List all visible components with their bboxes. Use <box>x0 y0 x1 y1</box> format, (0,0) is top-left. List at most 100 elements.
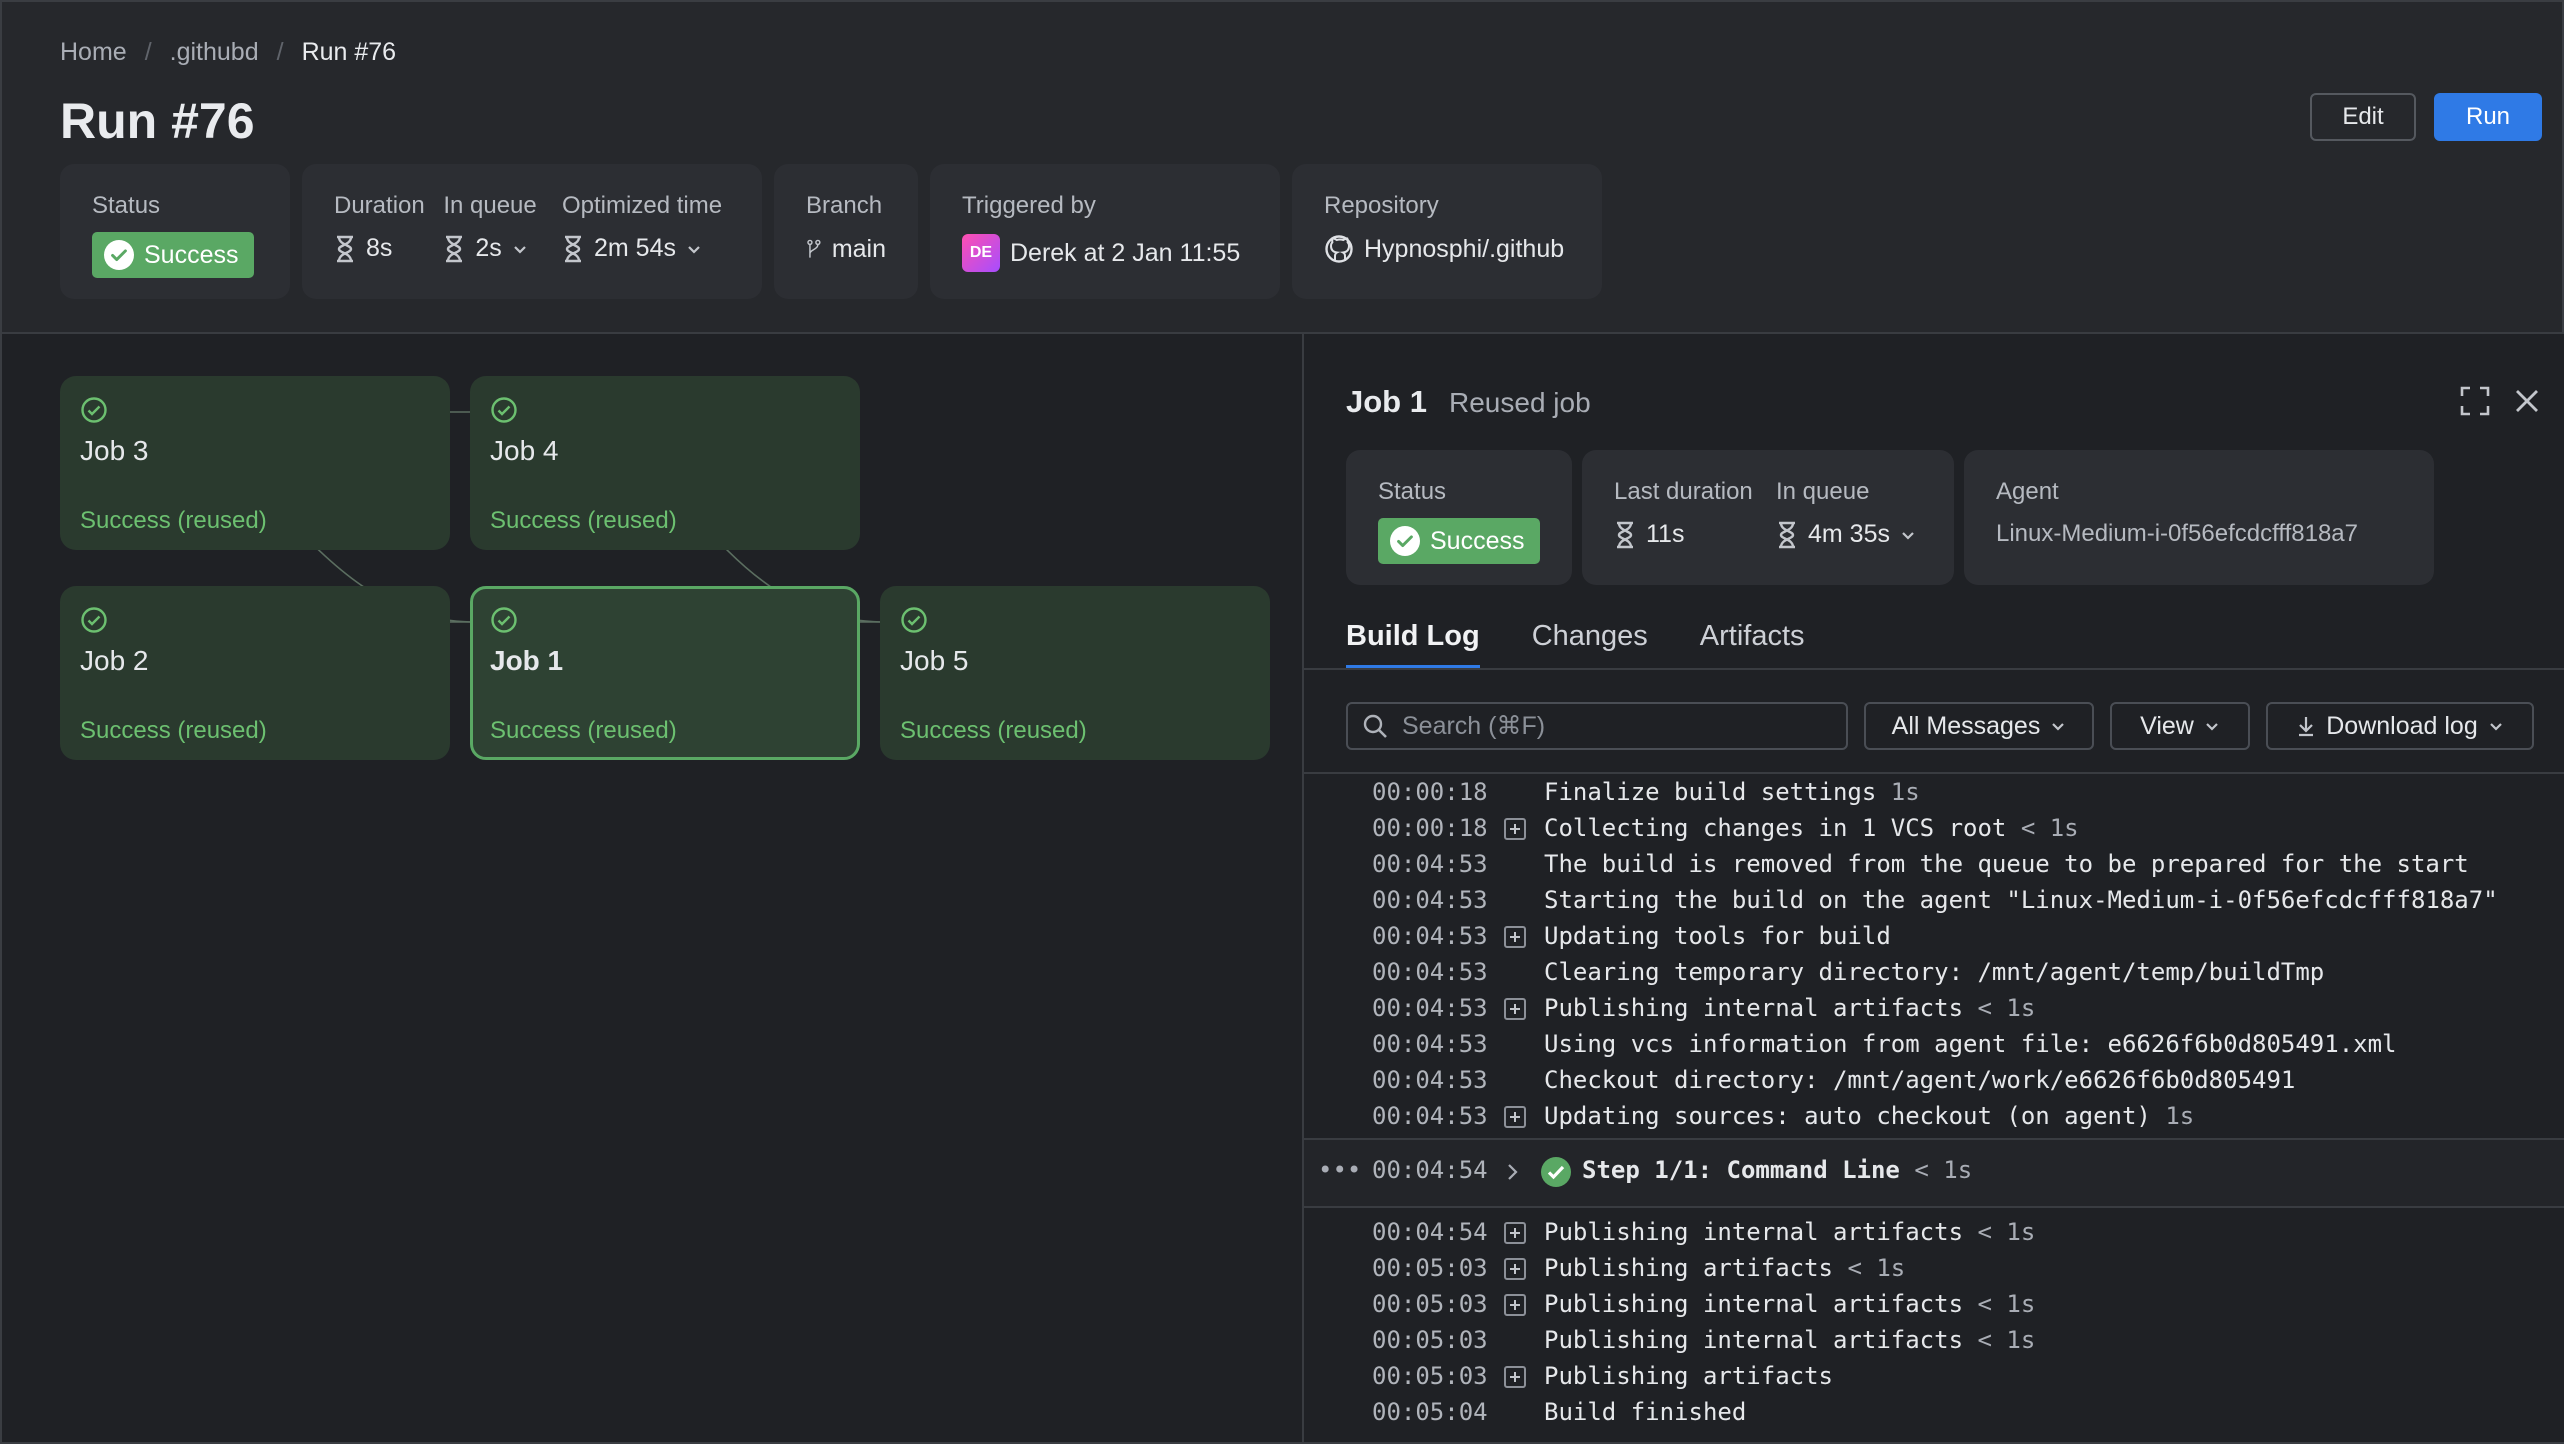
expand-plus-icon[interactable] <box>1504 1258 1526 1280</box>
branch-label: Branch <box>806 192 883 219</box>
job-name: Job 2 <box>80 645 149 676</box>
expand-plus-icon[interactable] <box>1504 1222 1526 1244</box>
search-box[interactable] <box>1346 702 1848 750</box>
tab-artifacts[interactable]: Artifacts <box>1700 620 1805 669</box>
agent-value[interactable]: Linux-Medium-i-0f56efcdcfff818a7 <box>1996 520 2402 548</box>
branch-icon <box>807 239 821 258</box>
panel-tabs: Build Log Changes Artifacts <box>1346 620 1805 669</box>
success-check-icon <box>1390 526 1420 556</box>
job-node-1[interactable]: Job 1 Success (reused) <box>470 586 860 760</box>
log-timestamp: 00:05:04 <box>1372 1398 1488 1426</box>
status-badge: Success <box>92 232 255 278</box>
duration-label: Duration <box>334 192 425 219</box>
log-text: Using vcs information from agent file: e… <box>1544 1030 2397 1058</box>
search-input[interactable] <box>1400 710 1844 742</box>
log-line[interactable]: 00:04:53 Updating sources: auto checkout … <box>1304 1098 2564 1134</box>
tabs-divider <box>1304 668 2564 670</box>
status-card: Status Success <box>60 164 290 299</box>
breadcrumb-separator: / <box>144 38 152 66</box>
log-message: Publishing internal artifacts < 1s <box>1544 1322 2035 1358</box>
job-status-badge: Success <box>1378 518 1541 564</box>
log-line: 00:04:53 Clearing temporary directory: /m… <box>1304 954 2564 990</box>
expand-plus-icon[interactable] <box>1504 818 1526 840</box>
run-button[interactable]: Run <box>2434 93 2542 141</box>
log-message: Updating tools for build <box>1544 918 1891 954</box>
job-status-label: Status <box>1378 478 1447 505</box>
step-row[interactable]: ••• 00:04:54 Step 1/1: Command Line < 1s <box>1304 1138 2564 1208</box>
log-timestamp: 00:05:03 <box>1372 1290 1488 1318</box>
log-line: 00:04:53 Checkout directory: /mnt/agent/w… <box>1304 1062 2564 1098</box>
log-text: Finalize build settings <box>1544 778 1877 806</box>
breadcrumb-separator: / <box>276 38 284 66</box>
optimized-value: 2m 54s <box>594 234 676 262</box>
job-detail-panel: Job 1 Reused job Status Success Last dur… <box>1302 334 2564 1442</box>
breadcrumb-home[interactable]: Home <box>60 38 127 67</box>
job-queue-label: In queue <box>1776 478 1870 505</box>
success-check-icon <box>491 397 517 423</box>
expand-plus-icon[interactable] <box>1504 1106 1526 1128</box>
hourglass-icon <box>337 235 353 262</box>
download-label: Download log <box>2326 711 2478 740</box>
optimized-dropdown[interactable]: 2m 54s <box>562 234 730 263</box>
tab-build-log[interactable]: Build Log <box>1346 620 1480 669</box>
chevron-right-icon[interactable] <box>1504 1162 1520 1182</box>
log-timestamp: 00:04:53 <box>1372 1066 1488 1094</box>
log-text: Publishing artifacts <box>1544 1362 1833 1390</box>
log-timestamp: 00:04:53 <box>1372 958 1488 986</box>
branch-card: Branch main <box>774 164 918 299</box>
panel-subtitle: Reused job <box>1449 387 1591 418</box>
job-node-2[interactable]: Job 2 Success (reused) <box>60 586 450 760</box>
job-node-5[interactable]: Job 5 Success (reused) <box>880 586 1270 760</box>
app-window: Home / .githubd / Run #76 Run #76 Edit R… <box>0 0 2564 1444</box>
log-line[interactable]: 00:05:03 Publishing internal artifacts < … <box>1304 1286 2564 1322</box>
step-title: Step 1/1: Command Line < 1s <box>1582 1156 1972 1184</box>
queue-value: 2s <box>475 234 502 262</box>
log-line[interactable]: 00:04:53 Publishing internal artifacts < … <box>1304 990 2564 1026</box>
log-message: Publishing internal artifacts < 1s <box>1544 1286 2035 1322</box>
log-text: Starting the build on the agent "Linux-M… <box>1544 886 2498 914</box>
expand-plus-icon[interactable] <box>1504 1294 1526 1316</box>
search-icon <box>1363 714 1387 738</box>
hourglass-icon <box>446 235 463 262</box>
download-icon <box>2299 717 2314 737</box>
hourglass-icon <box>565 235 581 262</box>
job-node-3[interactable]: Job 3 Success (reused) <box>60 376 450 550</box>
log-text: The build is removed from the queue to b… <box>1544 850 2469 878</box>
log-text: Clearing temporary directory: /mnt/agent… <box>1544 958 2325 986</box>
log-timestamp: 00:05:03 <box>1372 1362 1488 1390</box>
log-timestamp: 00:04:53 <box>1372 886 1488 914</box>
log-line[interactable]: 00:04:54 Publishing internal artifacts < … <box>1304 1214 2564 1250</box>
log-message: Starting the build on the agent "Linux-M… <box>1544 882 2498 918</box>
close-icon[interactable] <box>2510 384 2544 418</box>
view-label: View <box>2140 711 2194 740</box>
download-log-button[interactable]: Download log <box>2266 702 2534 750</box>
chevron-down-icon <box>1902 531 1914 540</box>
filter-dropdown[interactable]: All Messages <box>1864 702 2094 750</box>
log-message: Build finished <box>1544 1394 1746 1430</box>
job-status-card: Status Success <box>1346 450 1572 585</box>
queue-dropdown[interactable]: 2s <box>443 234 546 263</box>
expand-plus-icon[interactable] <box>1504 926 1526 948</box>
job-status: Success (reused) <box>490 507 677 534</box>
log-line[interactable]: 00:05:03 Publishing artifacts <box>1304 1358 2564 1394</box>
repository-value[interactable]: Hypnosphi/.github <box>1364 235 1564 264</box>
more-icon[interactable]: ••• <box>1318 1156 1361 1184</box>
edit-button[interactable]: Edit <box>2310 93 2416 141</box>
chevron-down-icon <box>2206 723 2218 731</box>
expand-plus-icon[interactable] <box>1504 1366 1526 1388</box>
expand-plus-icon[interactable] <box>1504 998 1526 1020</box>
expand-icon[interactable] <box>2458 384 2492 418</box>
job-queue-dropdown[interactable]: 4m 35s <box>1776 520 1922 549</box>
log-line: 00:05:04 Build finished <box>1304 1394 2564 1430</box>
log-line[interactable]: 00:00:18 Collecting changes in 1 VCS root… <box>1304 810 2564 846</box>
job-node-4[interactable]: Job 4 Success (reused) <box>470 376 860 550</box>
log-line[interactable]: 00:04:53 Updating tools for build <box>1304 918 2564 954</box>
run-header: Home / .githubd / Run #76 Run #76 Edit R… <box>2 2 2562 334</box>
breadcrumb-project[interactable]: .githubd <box>170 38 259 67</box>
log-line[interactable]: 00:05:03 Publishing artifacts < 1s <box>1304 1250 2564 1286</box>
view-dropdown[interactable]: View <box>2110 702 2250 750</box>
tab-changes[interactable]: Changes <box>1532 620 1648 669</box>
step-text: Step 1/1: Command Line <box>1582 1156 1900 1184</box>
branch-value[interactable]: main <box>832 235 886 264</box>
success-check-icon <box>81 607 107 633</box>
